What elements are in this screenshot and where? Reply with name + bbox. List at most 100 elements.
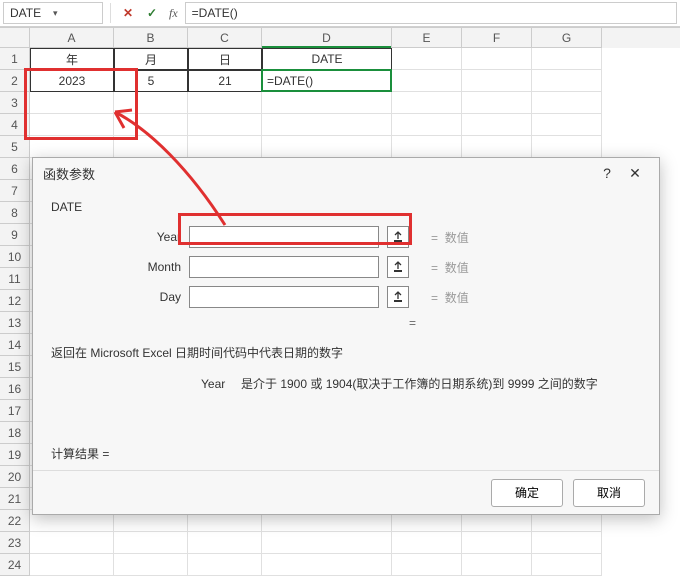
range-selector-icon[interactable] [387, 226, 409, 248]
cell-B5[interactable] [114, 136, 188, 158]
cell-G2[interactable] [532, 70, 602, 92]
cell-G4[interactable] [532, 114, 602, 136]
cell-G23[interactable] [532, 532, 602, 554]
cell-B24[interactable] [114, 554, 188, 576]
column-header-C[interactable]: C [188, 28, 262, 48]
cell-F4[interactable] [462, 114, 532, 136]
row-header-11[interactable]: 11 [0, 268, 30, 290]
row-header-24[interactable]: 24 [0, 554, 30, 576]
row-header-10[interactable]: 10 [0, 246, 30, 268]
row-header-17[interactable]: 17 [0, 400, 30, 422]
row-header-19[interactable]: 19 [0, 444, 30, 466]
cell-D5[interactable] [262, 136, 392, 158]
cell-D4[interactable] [262, 114, 392, 136]
cell-A1[interactable]: 年 [30, 48, 114, 70]
cell-E3[interactable] [392, 92, 462, 114]
column-header-D[interactable]: D [262, 28, 392, 48]
row-header-3[interactable]: 3 [0, 92, 30, 114]
row-header-20[interactable]: 20 [0, 466, 30, 488]
cell-C4[interactable] [188, 114, 262, 136]
help-icon[interactable]: ? [593, 161, 621, 185]
month-field[interactable] [189, 256, 379, 278]
row-header-8[interactable]: 8 [0, 202, 30, 224]
cell-F5[interactable] [462, 136, 532, 158]
chevron-down-icon[interactable]: ▾ [53, 8, 96, 19]
cancel-icon[interactable]: ✕ [118, 3, 138, 23]
cell-D23[interactable] [262, 532, 392, 554]
cell-C23[interactable] [188, 532, 262, 554]
cell-B2[interactable]: 5 [114, 70, 188, 92]
cell-D3[interactable] [262, 92, 392, 114]
row-header-12[interactable]: 12 [0, 290, 30, 312]
row-header-6[interactable]: 6 [0, 158, 30, 180]
row-header-1[interactable]: 1 [0, 48, 30, 70]
cell-A4[interactable] [30, 114, 114, 136]
row-header-22[interactable]: 22 [0, 510, 30, 532]
row-header-18[interactable]: 18 [0, 422, 30, 444]
cell-C3[interactable] [188, 92, 262, 114]
cell-F23[interactable] [462, 532, 532, 554]
cell-B23[interactable] [114, 532, 188, 554]
fx-label[interactable]: fx [166, 6, 181, 21]
dialog-titlebar[interactable]: 函数参数 ? ✕ [33, 158, 659, 188]
cell-B4[interactable] [114, 114, 188, 136]
name-box[interactable]: DATE ▾ [3, 2, 103, 24]
row-header-15[interactable]: 15 [0, 356, 30, 378]
row-header-14[interactable]: 14 [0, 334, 30, 356]
cell-E4[interactable] [392, 114, 462, 136]
row-header-9[interactable]: 9 [0, 224, 30, 246]
cell-C24[interactable] [188, 554, 262, 576]
cell-G5[interactable] [532, 136, 602, 158]
cell-D1[interactable]: DATE [262, 48, 392, 70]
cell-B1[interactable]: 月 [114, 48, 188, 70]
cell-B3[interactable] [114, 92, 188, 114]
cell-A2[interactable]: 2023 [30, 70, 114, 92]
formula-input[interactable]: =DATE() [185, 2, 677, 24]
column-header-E[interactable]: E [392, 28, 462, 48]
cell-C1[interactable]: 日 [188, 48, 262, 70]
row-header-5[interactable]: 5 [0, 136, 30, 158]
cell-A5[interactable] [30, 136, 114, 158]
row-header-23[interactable]: 23 [0, 532, 30, 554]
cell-F24[interactable] [462, 554, 532, 576]
cell-A3[interactable] [30, 92, 114, 114]
cell-E23[interactable] [392, 532, 462, 554]
cell-G1[interactable] [532, 48, 602, 70]
column-header-G[interactable]: G [532, 28, 602, 48]
cell-G24[interactable] [532, 554, 602, 576]
close-icon[interactable]: ✕ [621, 161, 649, 185]
column-header-B[interactable]: B [114, 28, 188, 48]
row-header-4[interactable]: 4 [0, 114, 30, 136]
cell-E1[interactable] [392, 48, 462, 70]
cell-A24[interactable] [30, 554, 114, 576]
cell-D24[interactable] [262, 554, 392, 576]
range-selector-icon[interactable] [387, 256, 409, 278]
select-all-corner[interactable] [0, 28, 30, 48]
row-header-21[interactable]: 21 [0, 488, 30, 510]
cell-D2[interactable]: =DATE() [262, 70, 392, 92]
cell-G3[interactable] [532, 92, 602, 114]
range-selector-icon[interactable] [387, 286, 409, 308]
day-field[interactable] [189, 286, 379, 308]
row-header-13[interactable]: 13 [0, 312, 30, 334]
cell-F1[interactable] [462, 48, 532, 70]
row-header-16[interactable]: 16 [0, 378, 30, 400]
year-field[interactable] [189, 226, 379, 248]
cell-E24[interactable] [392, 554, 462, 576]
cell-C5[interactable] [188, 136, 262, 158]
cell-A23[interactable] [30, 532, 114, 554]
confirm-icon[interactable]: ✓ [142, 3, 162, 23]
row-header-2[interactable]: 2 [0, 70, 30, 92]
cell-C2[interactable]: 21 [188, 70, 262, 92]
row-header-7[interactable]: 7 [0, 180, 30, 202]
cell-F3[interactable] [462, 92, 532, 114]
column-header-F[interactable]: F [462, 28, 532, 48]
cell-E2[interactable] [392, 70, 462, 92]
column-header-A[interactable]: A [30, 28, 114, 48]
cancel-button[interactable]: 取消 [573, 479, 645, 507]
cell-E5[interactable] [392, 136, 462, 158]
row-4: 4 [0, 114, 680, 136]
cell-F2[interactable] [462, 70, 532, 92]
arg-row-year: Year = 数值 [51, 226, 641, 248]
ok-button[interactable]: 确定 [491, 479, 563, 507]
